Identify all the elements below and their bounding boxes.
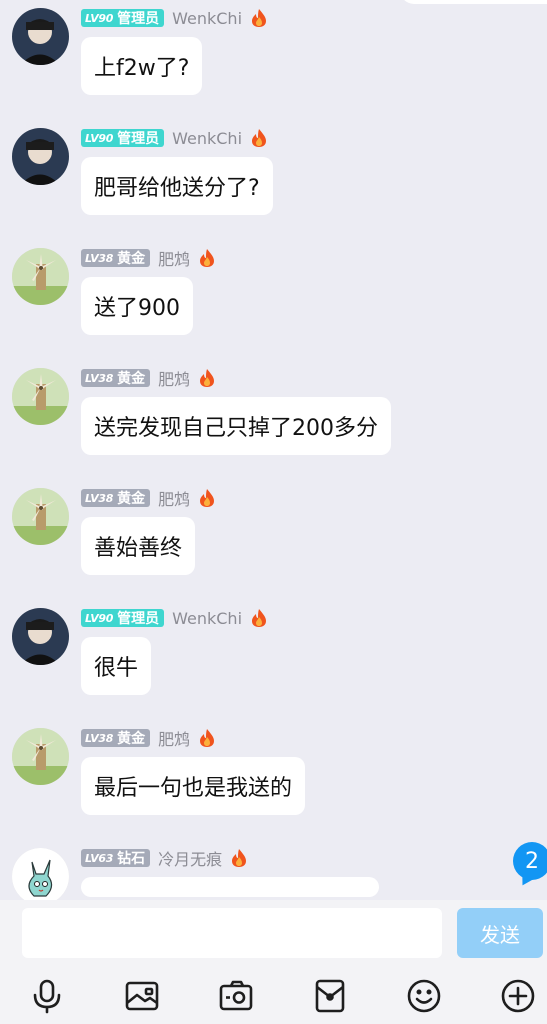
avatar[interactable]: [12, 8, 69, 65]
nickname[interactable]: 肥鸩: [158, 726, 190, 750]
microphone-icon[interactable]: [28, 977, 66, 1015]
flame-icon: [252, 129, 267, 147]
message-meta: LV38 黄金 肥鸩: [81, 246, 216, 270]
flame-icon: [200, 369, 215, 387]
flame-icon: [200, 489, 215, 507]
level-badge: LV38 黄金: [81, 249, 151, 267]
level-badge: LV90 管理员: [81, 609, 165, 627]
message-bubble[interactable]: 善始善终: [81, 517, 196, 575]
level-badge: LV38 黄金: [81, 489, 151, 507]
flame-icon: [232, 849, 247, 867]
plus-icon[interactable]: [499, 977, 537, 1015]
send-button[interactable]: 发送: [457, 908, 543, 958]
flame-icon: [252, 609, 267, 627]
camera-icon[interactable]: [217, 977, 255, 1015]
flame-icon: [252, 9, 267, 27]
message-bubble[interactable]: 送完发现自己只掉了200多分: [81, 397, 391, 455]
nickname[interactable]: WenkChi: [172, 9, 242, 28]
message-bubble[interactable]: 上f2w了?: [81, 37, 203, 95]
message-meta: LV90 管理员 WenkChi: [81, 128, 268, 148]
message-meta: LV38 黄金 肥鸩: [81, 366, 216, 390]
avatar[interactable]: [12, 128, 69, 185]
message-bubble[interactable]: 很牛: [81, 637, 152, 695]
avatar[interactable]: [12, 848, 69, 900]
nickname[interactable]: WenkChi: [172, 609, 242, 628]
nickname[interactable]: 肥鸩: [158, 246, 190, 270]
nickname[interactable]: 肥鸩: [158, 366, 190, 390]
avatar[interactable]: [12, 368, 69, 425]
red-packet-icon[interactable]: [311, 977, 349, 1015]
avatar[interactable]: [12, 728, 69, 785]
message-input[interactable]: [22, 908, 442, 958]
nickname[interactable]: 肥鸩: [158, 486, 190, 510]
message-meta: LV90 管理员 WenkChi: [81, 608, 268, 628]
previous-bubble-fragment: [400, 0, 547, 4]
level-badge: LV63 钻石: [81, 849, 151, 867]
level-badge: LV90 管理员: [81, 129, 165, 147]
message-meta: LV38 黄金 肥鸩: [81, 726, 216, 750]
message-meta: LV63 钻石 冷月无痕: [81, 846, 248, 870]
avatar[interactable]: [12, 248, 69, 305]
avatar[interactable]: [12, 608, 69, 665]
composer-bar: 发送: [0, 900, 547, 1024]
emoji-icon[interactable]: [405, 977, 443, 1015]
message-bubble[interactable]: [81, 877, 379, 897]
flame-icon: [200, 249, 215, 267]
unread-count-badge[interactable]: 2: [513, 842, 547, 880]
message-meta: LV90 管理员 WenkChi: [81, 8, 268, 28]
level-badge: LV38 黄金: [81, 369, 151, 387]
chat-message-list[interactable]: LV90 管理员 WenkChi 上f2w了? LV90 管理员 WenkChi 肥…: [0, 0, 547, 900]
message-meta: LV38 黄金 肥鸩: [81, 486, 216, 510]
message-bubble[interactable]: 最后一句也是我送的: [81, 757, 306, 815]
level-badge: LV90 管理员: [81, 9, 165, 27]
nickname[interactable]: 冷月无痕: [158, 846, 222, 870]
message-bubble[interactable]: 送了900: [81, 277, 193, 335]
message-bubble[interactable]: 肥哥给他送分了?: [81, 157, 273, 215]
input-toolbar: [0, 970, 547, 1020]
flame-icon: [200, 729, 215, 747]
avatar[interactable]: [12, 488, 69, 545]
image-icon[interactable]: [123, 977, 161, 1015]
nickname[interactable]: WenkChi: [172, 129, 242, 148]
level-badge: LV38 黄金: [81, 729, 151, 747]
